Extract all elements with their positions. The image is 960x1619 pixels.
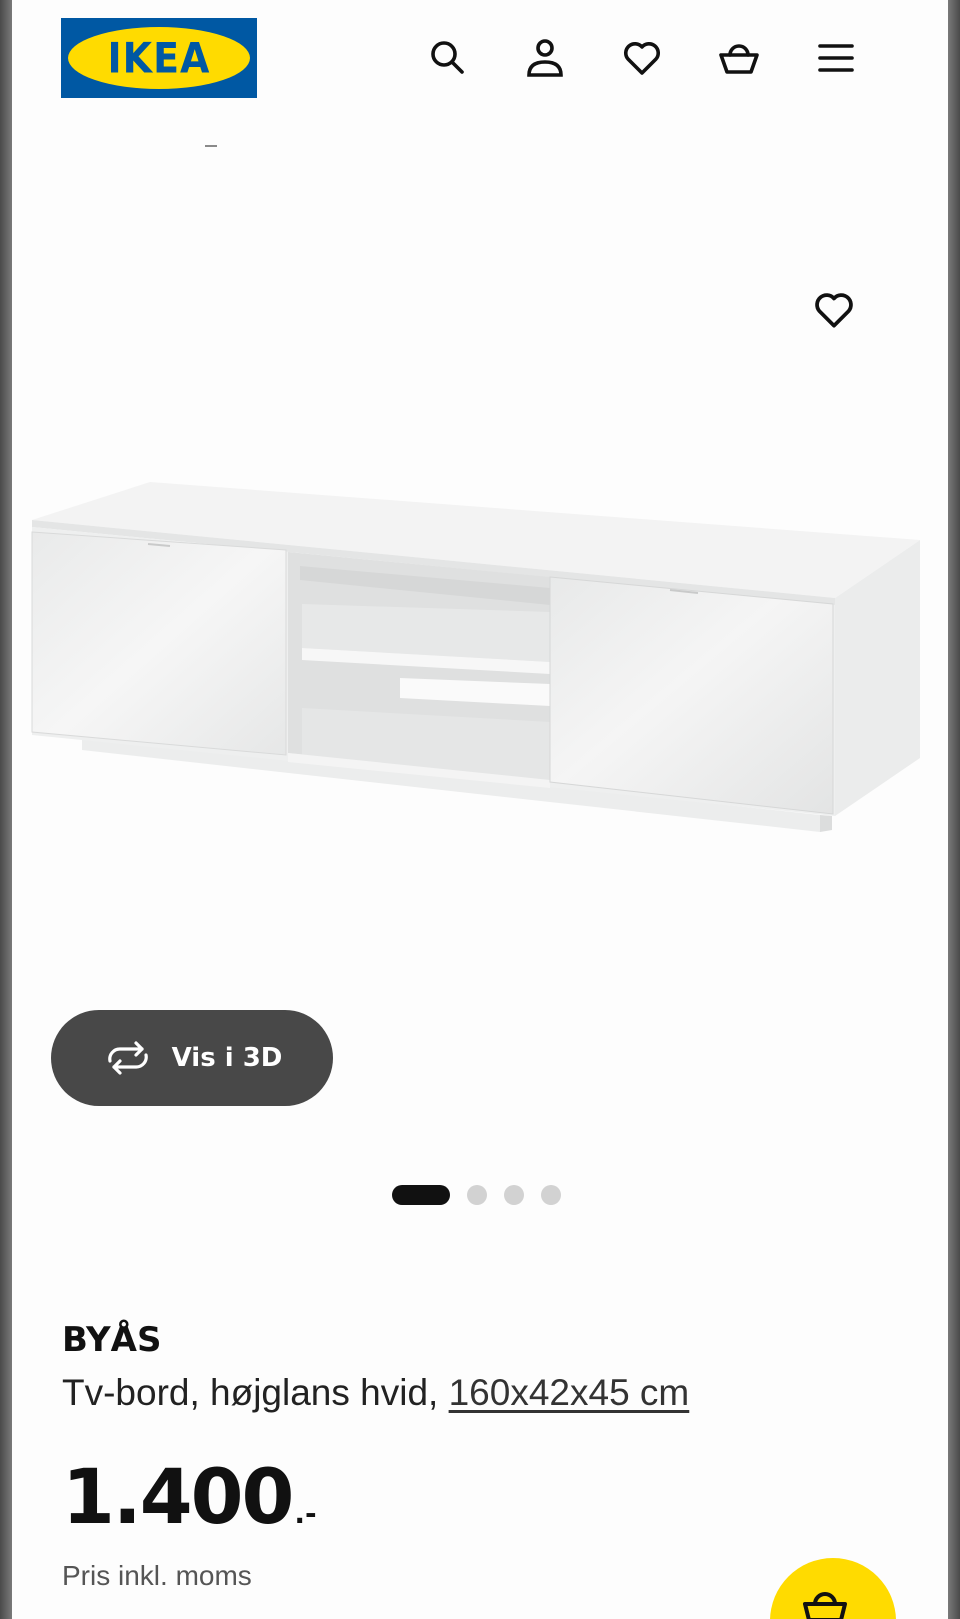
device-bezel-left <box>0 0 12 1619</box>
pagination-dot-active[interactable] <box>392 1185 450 1205</box>
pagination-dot[interactable] <box>467 1185 487 1205</box>
pagination-dot[interactable] <box>541 1185 561 1205</box>
product-description: Tv-bord, højglans hvid, 160x42x45 cm <box>62 1372 689 1414</box>
rotate-3d-icon <box>107 1041 148 1075</box>
pagination-dot[interactable] <box>504 1185 524 1205</box>
menu-icon[interactable] <box>812 34 860 82</box>
product-image[interactable] <box>30 470 940 870</box>
price-integer: 1.400 <box>62 1452 294 1541</box>
product-price: 1.400 .- <box>62 1452 317 1541</box>
logo-oval: IKEA <box>68 27 250 89</box>
product-type: Tv-bord, højglans hvid, <box>62 1372 439 1413</box>
heart-icon <box>815 293 853 328</box>
user-icon[interactable] <box>521 34 569 82</box>
heart-icon[interactable] <box>618 34 666 82</box>
product-name: BYÅS <box>62 1320 162 1360</box>
price-note: Pris inkl. moms <box>62 1560 252 1591</box>
add-to-cart-button[interactable] <box>770 1558 896 1619</box>
device-bezel-right <box>948 0 960 1619</box>
gallery-pagination <box>392 1185 561 1205</box>
add-to-favourites-button[interactable] <box>808 284 860 336</box>
product-dimensions-link[interactable]: 160x42x45 cm <box>449 1372 690 1413</box>
cart-icon <box>803 1592 847 1619</box>
logo-text: IKEA <box>107 33 211 83</box>
view-in-3d-label: Vis i 3D <box>171 1043 283 1073</box>
price-suffix: .- <box>294 1497 317 1530</box>
search-icon[interactable] <box>424 34 472 82</box>
ikea-logo[interactable]: IKEA <box>61 18 257 98</box>
view-in-3d-button[interactable]: Vis i 3D <box>51 1010 333 1106</box>
divider <box>205 145 217 147</box>
basket-icon[interactable] <box>715 34 763 82</box>
product-page: IKEA Vis i 3D BYÅS Tv-bord, højglans hvi… <box>12 0 948 1619</box>
